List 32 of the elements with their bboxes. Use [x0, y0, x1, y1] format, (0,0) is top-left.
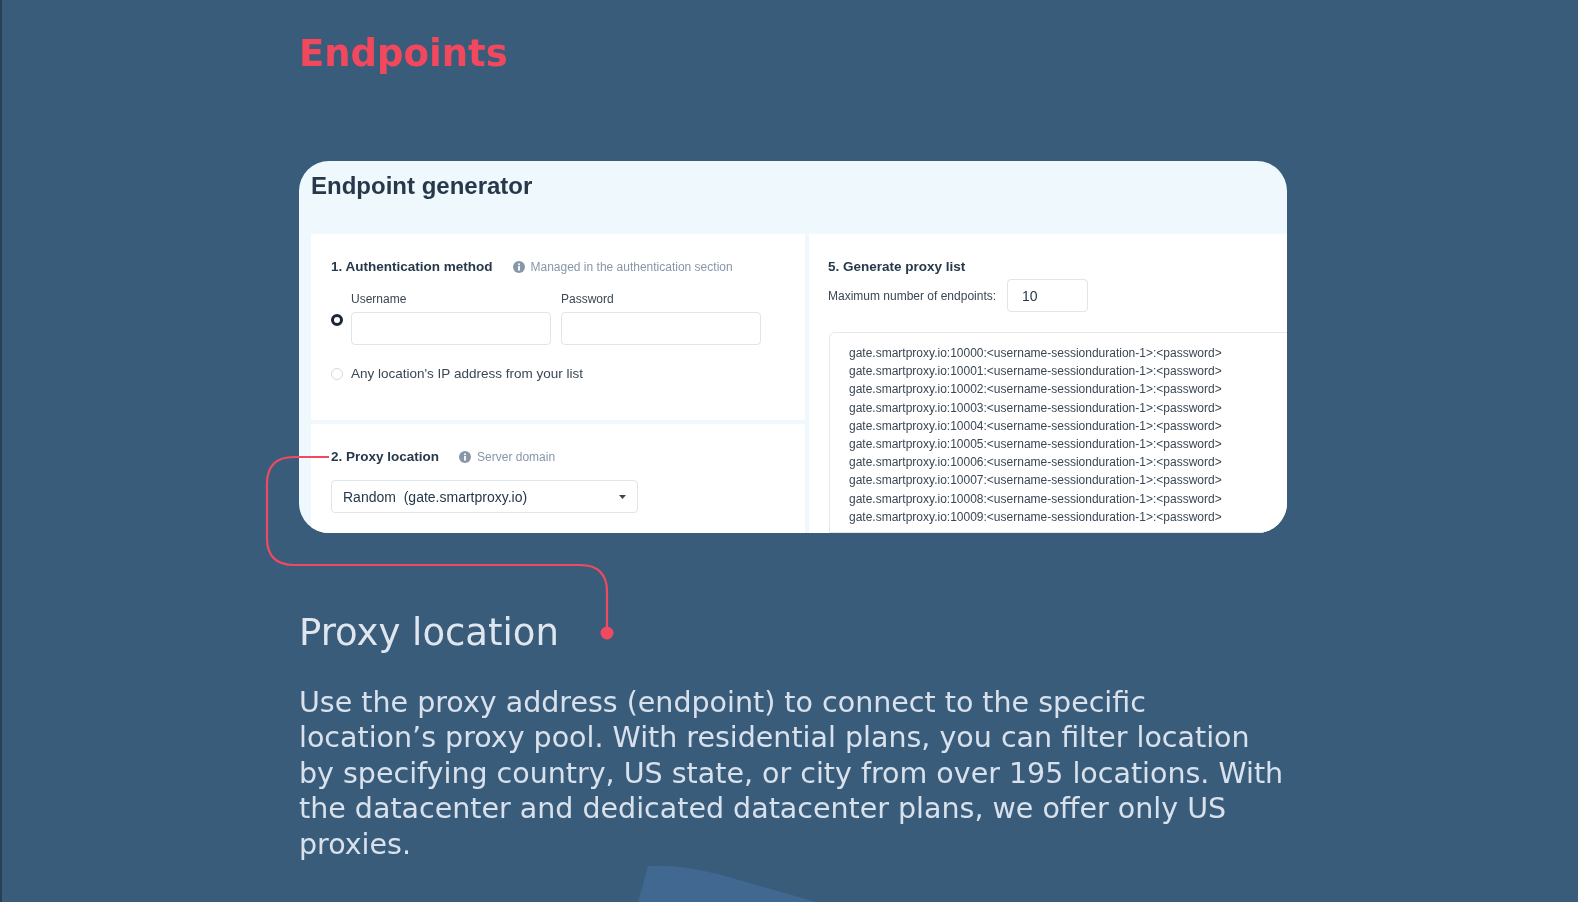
info-icon — [512, 261, 525, 273]
endpoint-line: gate.smartproxy.io:10002:<username-sessionduration-1>:<password> — [849, 381, 1222, 399]
location-dropdown[interactable]: Random (gate.smartproxy.io) — [331, 480, 638, 513]
description-paragraph: Use the proxy address (endpoint) to connect to the specific location’s proxy pool. With residential plans, you can filter location by specifying country, US state, or city from over 195 locations. With the datacenter and dedicated datacenter plans, we offer only US proxies. — [299, 685, 1284, 863]
caret-icon — [619, 494, 626, 499]
card-title: Endpoint generator — [311, 171, 533, 201]
page-title: Endpoints — [299, 31, 508, 77]
info-icon — [459, 451, 472, 463]
endpoint-line: gate.smartproxy.io:10004:<username-sessionduration-1>:<password> — [849, 417, 1222, 435]
text-input[interactable] — [351, 312, 551, 345]
endpoint-line: gate.smartproxy.io:10000:<username-sessionduration-1>:<password> — [849, 345, 1222, 362]
section-heading: 2. Proxy location — [331, 448, 440, 466]
field-label: Username — [351, 292, 407, 306]
endpoint-line: gate.smartproxy.io:10005:<username-sessionduration-1>:<password> — [849, 436, 1222, 453]
hint-text: Managed in the authentication section — [530, 259, 733, 275]
section-heading: 5. Generate proxy list — [828, 258, 966, 276]
hint-text: Server domain — [477, 449, 556, 465]
endpoint-line: gate.smartproxy.io:10008:<username-sessionduration-1>:<password> — [849, 490, 1222, 508]
endpoint-line: gate.smartproxy.io:10009:<username-sessionduration-1>:<password> — [849, 508, 1222, 526]
number-input[interactable]: 10 — [1007, 279, 1089, 312]
radio-button[interactable] — [331, 314, 343, 326]
endpoint-list-box[interactable] — [829, 332, 1287, 533]
text-input[interactable] — [561, 312, 761, 345]
endpoint-line: gate.smartproxy.io:10001:<username-sessionduration-1>:<password> — [849, 363, 1222, 381]
section-heading: Proxy location — [299, 611, 559, 655]
field-label: Maximum number of endpoints: — [828, 288, 997, 303]
section-heading: 1. Authentication method — [331, 258, 493, 276]
option-label: Any location's IP address from your list — [351, 365, 583, 383]
endpoint-line: gate.smartproxy.io:10007:<username-sessionduration-1>:<password> — [849, 472, 1222, 490]
endpoint-line: gate.smartproxy.io:10003:<username-sessionduration-1>:<password> — [849, 399, 1222, 417]
endpoint-line: gate.smartproxy.io:10006:<username-sessionduration-1>:<password> — [849, 454, 1222, 472]
field-label: Password — [561, 292, 614, 306]
